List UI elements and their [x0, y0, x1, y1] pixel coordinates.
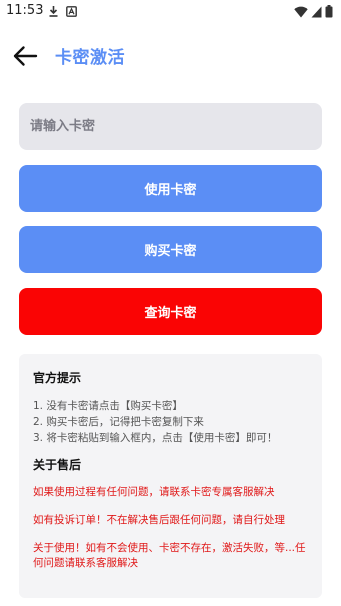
- status-bar: 11:53: [0, 0, 341, 24]
- tip-item: 3. 将卡密粘贴到输入框内，点击【使用卡密】即可！: [33, 432, 278, 444]
- buy-card-button[interactable]: 购买卡密: [19, 226, 322, 273]
- after-sale-line: 如有投诉订单！不在解决售后跟任何问题，请自行处理: [33, 514, 285, 526]
- query-card-button[interactable]: 查询卡密: [19, 288, 322, 335]
- tip-item: 1. 没有卡密请点击【购买卡密】: [33, 400, 183, 412]
- card-key-input[interactable]: [19, 103, 322, 150]
- tips-list: 1. 没有卡密请点击【购买卡密】 2. 购买卡密后，记得把卡密复制下来 3. 将…: [33, 398, 308, 446]
- notice-panel: 官方提示 1. 没有卡密请点击【购买卡密】 2. 购买卡密后，记得把卡密复制下来…: [19, 354, 322, 598]
- app-notification-icon: [66, 5, 77, 17]
- after-sale-title: 关于售后: [33, 458, 82, 472]
- use-card-button[interactable]: 使用卡密: [19, 165, 322, 212]
- arrow-left-icon: [13, 46, 38, 66]
- header: 卡密激活: [0, 36, 341, 76]
- cellular-signal-icon: [311, 6, 322, 17]
- page-title: 卡密激活: [55, 48, 125, 68]
- status-system-icons: [294, 5, 333, 18]
- back-button[interactable]: [10, 42, 40, 70]
- notice-title: 官方提示: [33, 371, 82, 385]
- download-icon: [49, 6, 58, 17]
- battery-icon: [325, 5, 333, 18]
- status-time: 11:53: [6, 3, 44, 18]
- status-notification-icons: [48, 5, 77, 17]
- wifi-icon: [294, 6, 308, 17]
- after-sale-line: 如果使用过程有任何问题，请联系卡密专属客服解决: [33, 486, 275, 498]
- after-sale-line: 关于使用！如有不会使用、卡密不存在，激活失败，等...任何问题请联系客服解决: [33, 542, 306, 569]
- tip-item: 2. 购买卡密后，记得把卡密复制下来: [33, 416, 204, 428]
